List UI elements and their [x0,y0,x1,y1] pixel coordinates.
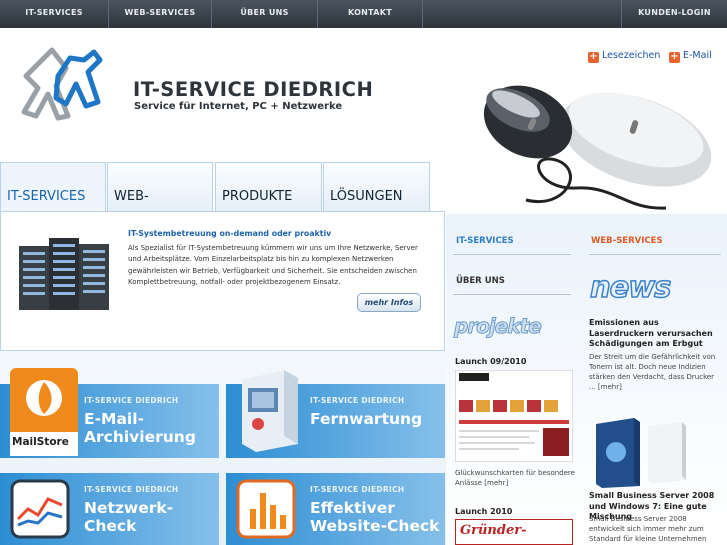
tab-produkte-label: PRODUKTE [222,189,293,204]
projekte-logo: projekte [454,314,543,339]
nav-kunden-login[interactable]: KUNDEN-LOGIN [622,0,727,28]
launch-heading: Launch 2010 [455,507,513,516]
project-screenshot-image[interactable] [455,370,573,462]
tab-web[interactable]: WEB- [107,162,213,212]
tile-brand: IT-SERVICE DIEDRICH [84,485,179,494]
tile-fernwartung[interactable]: IT-SERVICE DIEDRICH Fernwartung [226,370,445,458]
brand-title: IT-SERVICE DIEDRICH [133,78,374,101]
logo-figures-icon[interactable] [8,46,108,121]
more-info-button[interactable]: mehr Infos [357,293,421,312]
launch-heading: Launch 09/2010 [455,357,527,366]
tab-it-services-label: IT-SERVICES [7,189,86,204]
tile-title-line1: Fernwartung [310,410,423,428]
network-graph-icon [10,479,70,539]
tile-netzwerk-check[interactable]: IT-SERVICE DIEDRICH Netzwerk-Check [0,473,219,545]
tile-title: E-Mail- Archivierung [84,410,196,446]
content-text: Als Spezialist für IT-Systembetreuung kü… [128,244,418,286]
tile-email-archivierung[interactable]: MailStore IT-SERVICE DIEDRICH E-Mail- Ar… [0,368,219,458]
sidebar-divider [589,254,721,255]
launch-caption[interactable]: Glückwunschkarten für besondere Anlässe … [455,468,580,488]
tile-brand: IT-SERVICE DIEDRICH [84,396,179,405]
nav-ueber-uns[interactable]: ÜBER UNS [212,0,317,28]
news-text: Small Business Server 2008 entwickelt si… [589,515,707,543]
tile-title-line1: Netzwerk-Check [84,499,174,535]
tab-web-label: WEB- [114,189,149,204]
computer-mice-image [483,85,712,210]
sidebar-link-web-services[interactable]: WEB-SERVICES [591,236,663,246]
tile-website-check[interactable]: IT-SERVICE DIEDRICH Effektiver Website-C… [226,473,445,545]
remote-support-box-icon [242,370,298,452]
tab-loesungen[interactable]: LÖSUNGEN [323,162,430,212]
windows-box-image [596,418,686,488]
sidebar-link-ueber-uns[interactable]: ÜBER UNS [456,276,505,286]
news-title[interactable]: Emissionen aus Laserdruckern verursachen… [589,318,723,350]
nav-it-services[interactable]: IT-SERVICES [0,0,108,28]
server-rack-icon [19,238,109,310]
tile-title-line1: Effektiver [310,499,395,517]
nav-divider [422,0,423,28]
sidebar-divider [453,254,571,255]
tile-title: Effektiver Website-Check [310,499,439,535]
mailstore-caption: MailStore [12,436,69,448]
brand-subtitle: Service für Internet, PC + Netzwerke [134,101,343,112]
content-panel: IT-Systembetreuung on-demand oder proakt… [0,211,445,351]
nav-kontakt[interactable]: KONTAKT [318,0,422,28]
tile-title-line2: Archivierung [84,428,196,446]
gruender-journal-logo[interactable]: Gründer-Journal [455,519,573,545]
tile-title-line2: Website-Check [310,517,440,535]
content-heading: IT-Systembetreuung on-demand oder proakt… [128,229,332,238]
sidebar-link-it-services[interactable]: IT-SERVICES [456,236,514,246]
tile-brand: IT-SERVICE DIEDRICH [310,485,405,494]
bar-chart-icon [236,479,296,539]
tile-title-line1: E-Mail- [84,410,144,428]
tab-it-services[interactable]: IT-SERVICES [0,162,106,212]
tab-produkte[interactable]: PRODUKTE [215,162,322,212]
tile-title: Netzwerk-Check [84,499,219,535]
top-navigation: IT-SERVICES WEB-SERVICES ÜBER UNS KONTAK… [0,0,727,28]
news-text: Der Streit um die Gefährlichkeit von Ton… [589,353,716,391]
sidebar-divider [453,294,571,295]
tab-loesungen-label: LÖSUNGEN [330,189,403,204]
tile-brand: IT-SERVICE DIEDRICH [310,396,405,405]
nav-web-services[interactable]: WEB-SERVICES [109,0,211,28]
tile-title: Fernwartung [310,410,422,428]
news-logo: news [589,269,672,305]
